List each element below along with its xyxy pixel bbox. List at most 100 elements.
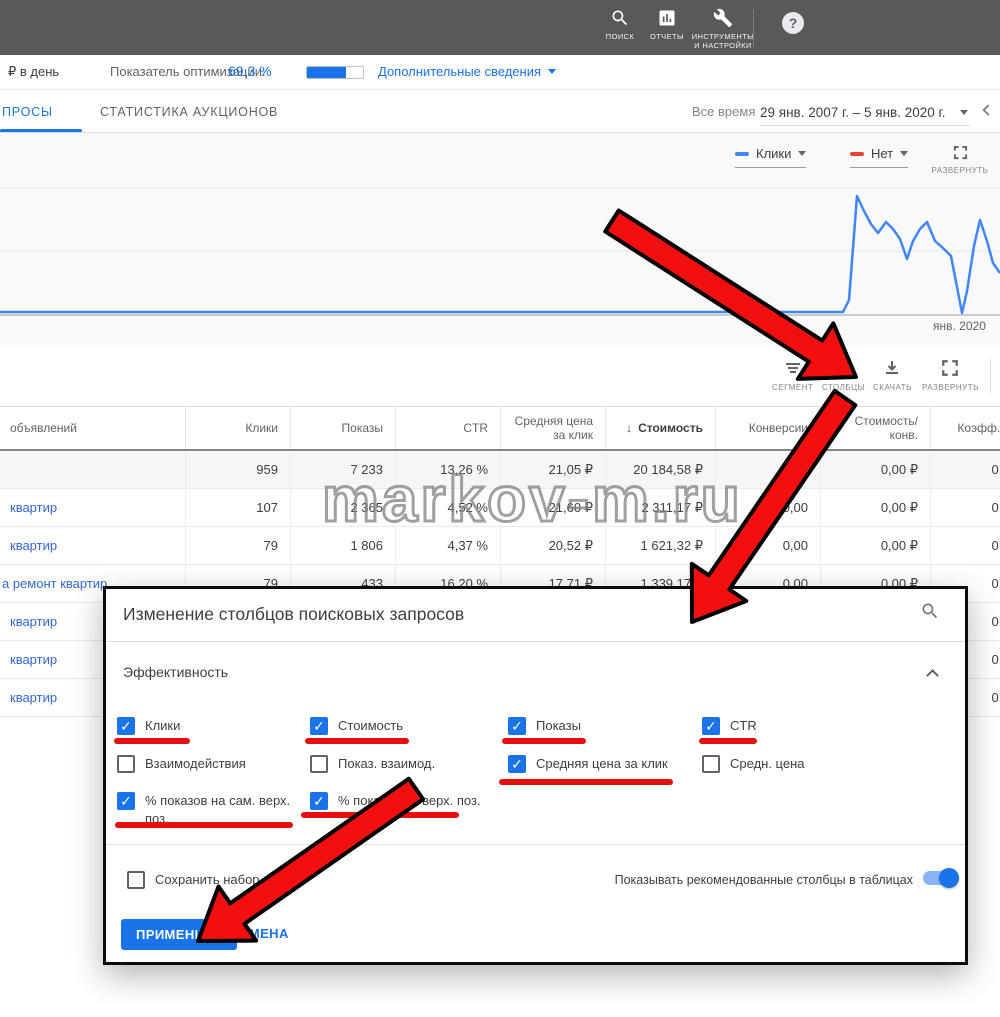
apply-button[interactable]: ПРИМЕНИТЬ bbox=[121, 919, 237, 950]
optimization-progress-fill bbox=[307, 67, 346, 78]
checkbox-unchecked-icon bbox=[117, 755, 135, 773]
annotation-underline bbox=[301, 812, 459, 818]
column-header-avg-cpc[interactable]: Средняя цена за клик bbox=[500, 407, 605, 449]
date-range-preset: Все время bbox=[692, 104, 755, 119]
checkbox-item-ctr[interactable]: CTR bbox=[702, 717, 757, 735]
columns-icon bbox=[835, 359, 853, 377]
checkbox-checked-icon bbox=[508, 755, 526, 773]
table-row: квартир791 8064,37 %20,52 ₽1 621,32 ₽0,0… bbox=[0, 527, 1000, 565]
section-title-performance: Эффективность bbox=[123, 664, 228, 680]
date-range-picker[interactable]: 29 янв. 2007 г. – 5 янв. 2020 г. bbox=[760, 100, 970, 126]
column-header-ctr[interactable]: CTR bbox=[395, 407, 500, 449]
download-label: СКАЧАТЬ bbox=[873, 383, 912, 392]
column-header-impressions[interactable]: Показы bbox=[290, 407, 395, 449]
chevron-up-icon[interactable] bbox=[926, 669, 939, 682]
segment-button[interactable]: СЕГМЕНТ bbox=[772, 359, 813, 392]
dialog-divider bbox=[106, 641, 965, 642]
checkbox-checked-icon bbox=[310, 717, 328, 735]
optimization-score-value: 69,3 % bbox=[228, 63, 272, 79]
table-expand-label: РАЗВЕРНУТЬ bbox=[922, 383, 979, 392]
table-row-total: 9597 23313,26 %21,05 ₽20 184,58 ₽0,000,0… bbox=[0, 451, 1000, 489]
help-button[interactable]: ? bbox=[782, 12, 804, 34]
report-tabs-bar: ПРОСЫ СТАТИСТИКА АУКЦИОНОВ Все время 29 … bbox=[0, 90, 1000, 133]
help-icon: ? bbox=[789, 15, 798, 31]
search-icon[interactable] bbox=[920, 601, 940, 621]
segment-icon bbox=[784, 359, 802, 377]
checkbox-item-avg-cpc[interactable]: Средняя цена за клик bbox=[508, 755, 668, 773]
column-header-cost[interactable]: ↓Стоимость bbox=[605, 407, 715, 449]
tab-auction-insights[interactable]: СТАТИСТИКА АУКЦИОНОВ bbox=[100, 105, 278, 119]
column-header-ad-group[interactable]: объявлений bbox=[0, 407, 185, 449]
date-range-value: 29 янв. 2007 г. – 5 янв. 2020 г. bbox=[760, 105, 946, 120]
checkbox-unchecked-icon bbox=[310, 755, 328, 773]
cancel-button[interactable]: ОТМЕНА bbox=[230, 926, 289, 941]
checkbox-checked-icon bbox=[508, 717, 526, 735]
sort-descending-icon: ↓ bbox=[626, 421, 632, 435]
save-column-set-checkbox[interactable]: Сохранить набор ст bbox=[127, 871, 276, 889]
checkbox-unchecked-icon bbox=[127, 871, 145, 889]
checkbox-item-avg-cost[interactable]: Средн. цена bbox=[702, 755, 805, 773]
recommended-columns-label: Показывать рекомендованные столбцы в таб… bbox=[615, 873, 913, 887]
legend-dash-blue bbox=[735, 152, 749, 156]
clicks-series-line bbox=[0, 196, 1000, 313]
topbar-divider bbox=[753, 9, 754, 47]
top-app-bar: ПОИСК ОТЧЕТЫ ИНСТРУМЕНТЫ И НАСТРОЙКИ ? bbox=[0, 0, 1000, 55]
table-expand-button[interactable]: РАЗВЕРНУТЬ bbox=[922, 359, 979, 392]
checkbox-item-cost[interactable]: Стоимость bbox=[310, 717, 403, 735]
chevron-left-icon[interactable] bbox=[982, 104, 993, 115]
checkbox-item-impressions[interactable]: Показы bbox=[508, 717, 581, 735]
details-link[interactable]: Дополнительные сведения bbox=[378, 64, 556, 79]
column-header-clicks[interactable]: Клики bbox=[185, 407, 290, 449]
toggle-knob bbox=[939, 868, 959, 888]
table-toolbar: СЕГМЕНТ СТОЛБЦЫ СКАЧАТЬ РАЗВЕРНУТЬ bbox=[0, 345, 1000, 406]
annotation-underline bbox=[305, 738, 409, 744]
annotation-underline bbox=[115, 822, 293, 828]
column-header-cost-per-conv[interactable]: Стоимость/конв. bbox=[820, 407, 930, 449]
x-axis-tick: янв. 2020 bbox=[933, 319, 986, 333]
annotation-underline bbox=[114, 738, 190, 744]
columns-label: СТОЛБЦЫ bbox=[822, 383, 865, 392]
column-header-conv-rate[interactable]: Коэфф. конв. bbox=[930, 407, 1000, 449]
dialog-title: Изменение столбцов поисковых запросов bbox=[123, 604, 464, 625]
google-ads-page: ПОИСК ОТЧЕТЫ ИНСТРУМЕНТЫ И НАСТРОЙКИ ? ₽… bbox=[0, 0, 1000, 1017]
chart-expand-button[interactable]: РАЗВЕРНУТЬ bbox=[928, 145, 992, 175]
reports-nav-label: ОТЧЕТЫ bbox=[650, 32, 684, 41]
chevron-down-icon bbox=[548, 69, 556, 78]
legend-dash-red bbox=[850, 152, 864, 156]
dialog-divider bbox=[106, 844, 965, 845]
modify-columns-dialog: Изменение столбцов поисковых запросов Эф… bbox=[103, 586, 968, 965]
download-icon bbox=[883, 359, 901, 377]
segment-label: СЕГМЕНТ bbox=[772, 383, 813, 392]
legend-label-none: Нет bbox=[871, 146, 893, 161]
tab-search-terms[interactable]: ПРОСЫ bbox=[2, 105, 53, 119]
chevron-down-icon bbox=[960, 110, 968, 119]
search-term-link[interactable]: квартир bbox=[0, 489, 185, 526]
checkbox-item-interactions[interactable]: Взаимодействия bbox=[117, 755, 246, 773]
toolbar-divider bbox=[990, 359, 991, 393]
metric-selector-clicks[interactable]: Клики bbox=[735, 146, 806, 168]
search-term-link[interactable]: квартир bbox=[0, 527, 185, 564]
download-button[interactable]: СКАЧАТЬ bbox=[873, 359, 912, 392]
tools-nav-button[interactable]: ИНСТРУМЕНТЫ И НАСТРОЙКИ bbox=[688, 8, 758, 50]
checkbox-unchecked-icon bbox=[702, 755, 720, 773]
metric-selector-none[interactable]: Нет bbox=[850, 146, 908, 168]
budget-suffix: ₽ в день bbox=[8, 64, 59, 80]
table-row: квартир1072 3654,52 %21,60 ₽2 311,17 ₽0,… bbox=[0, 489, 1000, 527]
column-header-conversions[interactable]: Конверсии bbox=[715, 407, 820, 449]
active-tab-underline bbox=[0, 129, 82, 132]
checkbox-item-interaction-rate[interactable]: Показ. взаимод. bbox=[310, 755, 435, 773]
recommended-columns-toggle[interactable] bbox=[923, 871, 957, 885]
expand-icon bbox=[953, 145, 968, 160]
wrench-icon bbox=[713, 8, 733, 28]
checkbox-item-top-impr-share[interactable]: % показов на верх. поз. bbox=[310, 792, 481, 810]
annotation-underline bbox=[499, 779, 673, 785]
columns-button[interactable]: СТОЛБЦЫ bbox=[822, 359, 865, 392]
checkbox-checked-icon bbox=[117, 792, 135, 810]
expand-icon bbox=[941, 359, 959, 377]
checkbox-item-clicks[interactable]: Клики bbox=[117, 717, 180, 735]
bar-chart-icon bbox=[657, 8, 677, 28]
chart-expand-label: РАЗВЕРНУТЬ bbox=[932, 166, 989, 175]
table-header-row: объявлений Клики Показы CTR Средняя цена… bbox=[0, 406, 1000, 451]
performance-chart: Клики Нет РАЗВЕРНУТЬ янв. 2020 bbox=[0, 133, 1000, 345]
chevron-down-icon bbox=[900, 151, 908, 160]
